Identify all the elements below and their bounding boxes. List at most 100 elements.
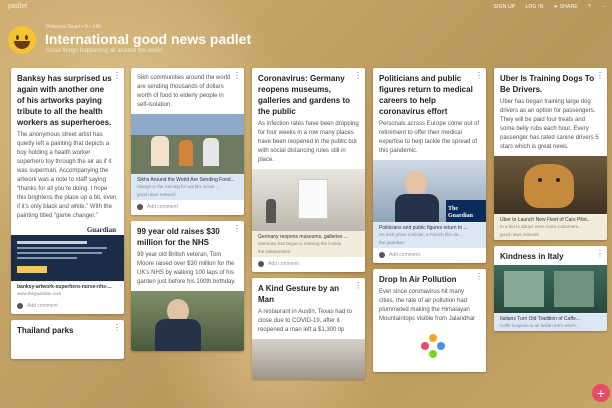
- post-image[interactable]: [131, 114, 244, 174]
- link-title: banksy-artwork-superhero-nurse-nhs-...: [17, 284, 112, 290]
- post-link[interactable]: Sikhs Around the World Are Sending Food.…: [131, 174, 244, 200]
- link-title: Uber to Launch New Fleet of Cars Pilot..…: [500, 217, 591, 223]
- post-body: Ever since coronavirus hit many cities, …: [379, 289, 476, 322]
- post-menu-icon[interactable]: ⋮: [475, 273, 483, 281]
- link-description: An Irish prime minister, a French film d…: [379, 232, 462, 237]
- post-title: Kindness in Italy: [500, 252, 564, 261]
- log-in-link[interactable]: LOG IN: [525, 4, 543, 10]
- user-avatar-icon: [137, 204, 143, 210]
- add-comment[interactable]: Add comment: [131, 200, 244, 215]
- user-avatar-icon: [379, 252, 385, 258]
- post-image[interactable]: [494, 156, 607, 214]
- post-title: Politicians and public figures return to…: [379, 74, 473, 116]
- post-body: As infection rates have been dropping fo…: [258, 121, 359, 163]
- image-brand: Guardian: [86, 226, 116, 234]
- post-link[interactable]: Germany reopens museums, galleries ... G…: [252, 231, 365, 257]
- post-link[interactable]: banksy-artwork-superhero-nurse-nhs-... w…: [11, 281, 124, 299]
- post-link[interactable]: Italians Turn Old Tradition of Caffe... …: [494, 313, 607, 331]
- add-comment-label: Add comment: [268, 261, 299, 267]
- share-label: SHARE: [559, 4, 578, 10]
- post-title: Banksy has surprised us again with anoth…: [17, 74, 112, 127]
- link-title: Politicians and public figures return to…: [379, 225, 468, 231]
- help-icon[interactable]: ?: [588, 4, 591, 10]
- column-3: ⋮ Coronavirus: Germany reopens museums, …: [252, 68, 365, 385]
- link-source: www.theguardian.com: [17, 291, 62, 296]
- post-menu-icon[interactable]: ⋮: [596, 72, 604, 80]
- add-comment[interactable]: Add comment: [252, 257, 365, 272]
- column-4: ⋮ Politicians and public figures return …: [373, 68, 486, 378]
- post-menu-icon[interactable]: ⋮: [475, 72, 483, 80]
- post-title: Thailand parks: [17, 326, 74, 335]
- post-card-politicians[interactable]: ⋮ Politicians and public figures return …: [373, 68, 486, 263]
- post-card-thailand[interactable]: ⋮ Thailand parks: [11, 320, 124, 359]
- link-source: the guardian: [379, 240, 405, 245]
- add-comment-label: Add comment: [27, 303, 58, 309]
- link-title: Sikhs Around the World Are Sending Food.…: [137, 177, 235, 183]
- post-card-uber-dogs[interactable]: ⋮ Uber Is Training Dogs To Be Drivers. U…: [494, 68, 607, 240]
- add-comment[interactable]: Add comment: [11, 299, 124, 314]
- post-menu-icon[interactable]: ⋮: [233, 72, 241, 80]
- post-image[interactable]: [252, 169, 365, 231]
- column-5: ⋮ Uber Is Training Dogs To Be Drivers. U…: [494, 68, 607, 337]
- link-source: good news network: [500, 232, 539, 237]
- post-card-air-pollution[interactable]: ⋮ Drop In Air Pollution Ever since coron…: [373, 269, 486, 372]
- post-menu-icon[interactable]: ⋮: [354, 282, 362, 290]
- page-subtitle: Good things happening all around the wor…: [46, 48, 163, 54]
- sign-up-link[interactable]: SIGN UP: [493, 4, 515, 10]
- add-comment-label: Add comment: [147, 204, 178, 210]
- link-title: Germany reopens museums, galleries ...: [258, 234, 349, 240]
- post-body: Uber has began training large dog driver…: [500, 99, 599, 150]
- link-source: good news network: [137, 192, 176, 197]
- post-card-kindness-italy[interactable]: ⋮ Kindness in Italy Italians Turn Old Tr…: [494, 246, 607, 331]
- post-menu-icon[interactable]: ⋮: [113, 324, 121, 332]
- grinning-face-icon: [8, 26, 36, 54]
- link-source: the independent: [258, 249, 291, 254]
- add-comment-label: Add comment: [389, 252, 420, 258]
- column-2: ⋮ Sikh communities around the world are …: [131, 68, 244, 357]
- post-body: The anonymous street artist has quietly …: [17, 132, 117, 219]
- user-avatar-icon: [258, 261, 264, 267]
- more-icon[interactable]: ⋯: [601, 4, 606, 10]
- post-body: 99 year old British veteran, Tom Moore r…: [137, 252, 236, 285]
- padlet-brand[interactable]: padlet: [8, 3, 27, 10]
- post-card-germany[interactable]: ⋮ Coronavirus: Germany reopens museums, …: [252, 68, 365, 272]
- post-title: Drop In Air Pollution: [379, 275, 457, 284]
- flower-logo-icon: [421, 334, 445, 358]
- post-card-sikh[interactable]: ⋮ Sikh communities around the world are …: [131, 68, 244, 215]
- post-card-tom-moore[interactable]: ⋮ 99 year old raises $30 million for the…: [131, 221, 244, 351]
- post-image[interactable]: Guardian: [11, 225, 124, 281]
- post-link[interactable]: Uber to Launch New Fleet of Cars Pilot..…: [494, 214, 607, 240]
- post-menu-icon[interactable]: ⋮: [233, 225, 241, 233]
- page-title: International good news padlet: [45, 31, 252, 47]
- image-brand: The Guardian: [448, 206, 474, 219]
- link-title: Italians Turn Old Tradition of Caffe...: [500, 316, 580, 322]
- post-title: Coronavirus: Germany reopens museums, ga…: [258, 74, 351, 116]
- post-body: Sikh communities around the world are se…: [137, 75, 231, 108]
- post-menu-icon[interactable]: ⋮: [354, 72, 362, 80]
- user-avatar-icon: [17, 303, 23, 309]
- post-image[interactable]: [494, 265, 607, 313]
- post-body: Personals across Europe come out of reti…: [379, 121, 480, 154]
- post-title: Uber Is Training Dogs To Be Drivers.: [500, 74, 595, 94]
- post-link[interactable]: Politicians and public figures return to…: [373, 222, 486, 248]
- link-description: Germany has begun a relaxing the lockdo: [258, 241, 342, 246]
- post-image[interactable]: [131, 291, 244, 351]
- post-card-kind-gesture[interactable]: ⋮ A Kind Gesture by an Man A restaurant …: [252, 278, 365, 379]
- author-line: Rebecca Stuart • 9 • 14d: [46, 24, 101, 30]
- post-menu-icon[interactable]: ⋮: [596, 250, 604, 258]
- post-image[interactable]: The Guardian: [373, 160, 486, 222]
- post-menu-icon[interactable]: ⋮: [113, 72, 121, 80]
- add-comment[interactable]: Add comment: [373, 248, 486, 263]
- post-card-banksy[interactable]: ⋮ Banksy has surprised us again with ano…: [11, 68, 124, 314]
- post-title: 99 year old raises $30 million for the N…: [137, 227, 220, 247]
- link-description: Caffe sospeso is an Italian term which..…: [500, 323, 580, 328]
- link-description: Always in the running for world's nicest…: [137, 184, 220, 189]
- share-button[interactable]: ➤ SHARE: [554, 4, 578, 10]
- post-title: A Kind Gesture by an Man: [258, 284, 340, 304]
- post-body: A restaurant in Austin, Texas had to clo…: [258, 309, 352, 333]
- post-image[interactable]: [373, 328, 486, 372]
- add-post-button[interactable]: +: [592, 384, 610, 402]
- top-actions: SIGN UP LOG IN ➤ SHARE ? ⋯: [493, 4, 606, 10]
- column-1: ⋮ Banksy has surprised us again with ano…: [11, 68, 124, 365]
- post-image[interactable]: [252, 339, 365, 379]
